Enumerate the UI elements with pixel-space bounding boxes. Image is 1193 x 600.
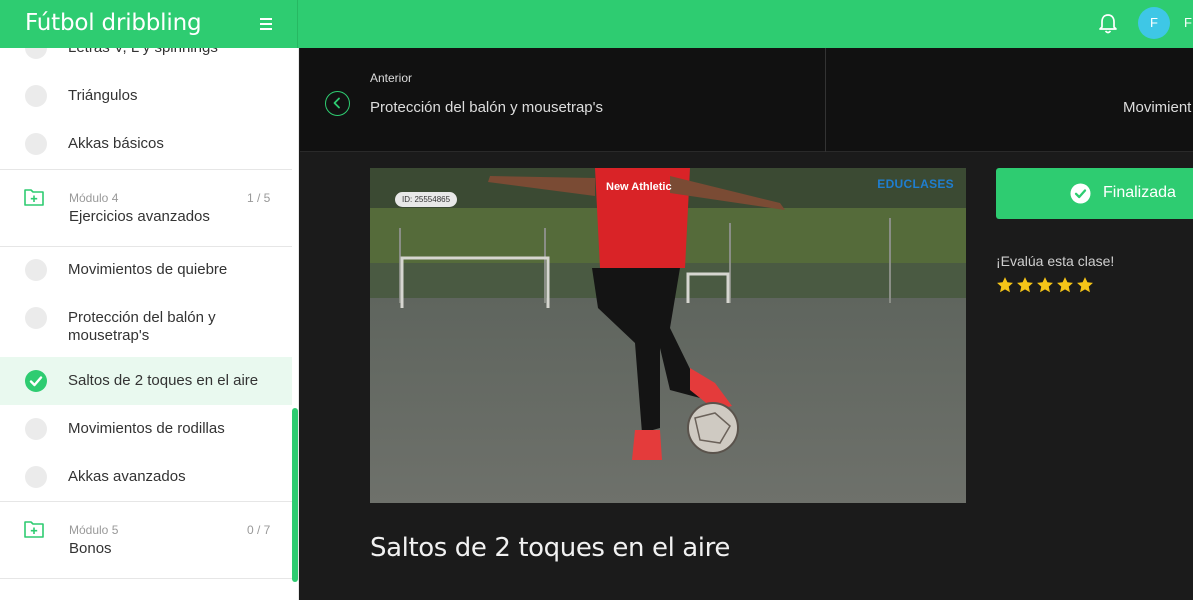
course-title: Fútbol dribbling <box>25 10 202 36</box>
user-name[interactable]: F <box>1184 15 1192 30</box>
lesson-status-circle-icon <box>25 133 47 155</box>
lesson-item[interactable]: Movimientos de quiebre <box>0 246 292 294</box>
lesson-label: Letras V, L y spinnings <box>68 48 218 57</box>
lesson-item[interactable]: Triángulos <box>0 72 292 120</box>
module-progress: 1 / 5 <box>247 191 271 205</box>
lesson-item-active[interactable]: Saltos de 2 toques en el aire <box>0 357 292 405</box>
finalized-button[interactable]: Finalizada <box>996 168 1193 219</box>
lesson-label: Akkas básicos <box>68 135 164 152</box>
rate-prompt: ¡Evalúa esta clase! <box>996 253 1115 269</box>
lesson-label: Protección del balón y mousetrap's <box>68 309 216 344</box>
next-lesson-title[interactable]: Movimient <box>1123 99 1191 116</box>
folder-plus-icon <box>24 520 44 538</box>
star-icon[interactable] <box>1036 276 1054 294</box>
sidebar-scrollbar[interactable] <box>292 408 298 582</box>
star-icon[interactable] <box>996 276 1014 294</box>
star-icon[interactable] <box>1056 276 1074 294</box>
lesson-status-circle-icon <box>25 85 47 107</box>
lesson-label: Movimientos de quiebre <box>68 261 228 278</box>
lesson-item[interactable]: Letras V, L y spinnings <box>0 48 292 72</box>
folder-plus-icon <box>24 188 44 206</box>
educlases-watermark: EDUCLASES <box>877 177 954 191</box>
module-title: Ejercicios avanzados <box>69 208 210 225</box>
video-thumbnail: New Athletic <box>370 168 966 503</box>
lesson-label: Akkas avanzados <box>68 468 186 485</box>
module-header-4[interactable]: Módulo 4 Ejercicios avanzados 1 / 5 <box>0 169 292 247</box>
module-progress: 0 / 7 <box>247 523 271 537</box>
previous-lesson-title: Protección del balón y mousetrap's <box>370 99 603 116</box>
lesson-status-circle-icon <box>25 48 47 59</box>
user-avatar[interactable]: F <box>1138 7 1170 39</box>
rating-stars <box>996 276 1096 296</box>
top-bar: Fútbol dribbling F F <box>0 0 1193 48</box>
lesson-item[interactable]: Movimientos de rodillas <box>0 405 292 453</box>
star-icon[interactable] <box>1076 276 1094 294</box>
notification-bell-icon[interactable] <box>1098 13 1118 35</box>
module-number: Módulo 4 <box>69 191 119 205</box>
lesson-label: Movimientos de rodillas <box>68 420 225 437</box>
lesson-label: Triángulos <box>68 87 138 104</box>
star-icon[interactable] <box>1016 276 1034 294</box>
lesson-item[interactable]: Protección del balón y mousetrap's <box>0 294 292 358</box>
check-circle-icon <box>1070 183 1091 204</box>
finalized-label: Finalizada <box>1103 184 1176 201</box>
check-circle-icon <box>25 370 47 392</box>
previous-label: Anterior <box>370 71 413 85</box>
lesson-video[interactable]: New Athletic ID: 25554865 EDUCLASES <box>370 168 966 503</box>
shirt-brand-text: New Athletic <box>606 181 672 193</box>
lesson-navigation: Anterior Protección del balón y mousetra… <box>300 48 1193 152</box>
chevron-left-icon <box>325 91 350 116</box>
lesson-status-circle-icon <box>25 259 47 281</box>
lesson-status-circle-icon <box>25 418 47 440</box>
lesson-status-circle-icon <box>25 307 47 329</box>
menu-toggle-icon[interactable] <box>258 13 276 35</box>
module-number: Módulo 5 <box>69 523 119 537</box>
lesson-item[interactable]: Akkas básicos <box>0 120 292 168</box>
lesson-label: Saltos de 2 toques en el aire <box>68 372 259 389</box>
lesson-title: Saltos de 2 toques en el aire <box>370 533 730 563</box>
course-sidebar: Letras V, L y spinnings Triángulos Akkas… <box>0 48 299 600</box>
module-title: Bonos <box>69 540 112 557</box>
module-header-5[interactable]: Módulo 5 Bonos 0 / 7 <box>0 501 292 579</box>
brand-area: Fútbol dribbling <box>0 0 298 48</box>
lesson-status-circle-icon <box>25 466 47 488</box>
previous-lesson-link[interactable]: Anterior Protección del balón y mousetra… <box>300 48 826 152</box>
video-id-tag: ID: 25554865 <box>395 192 458 207</box>
lesson-item[interactable]: Akkas avanzados <box>0 453 292 501</box>
